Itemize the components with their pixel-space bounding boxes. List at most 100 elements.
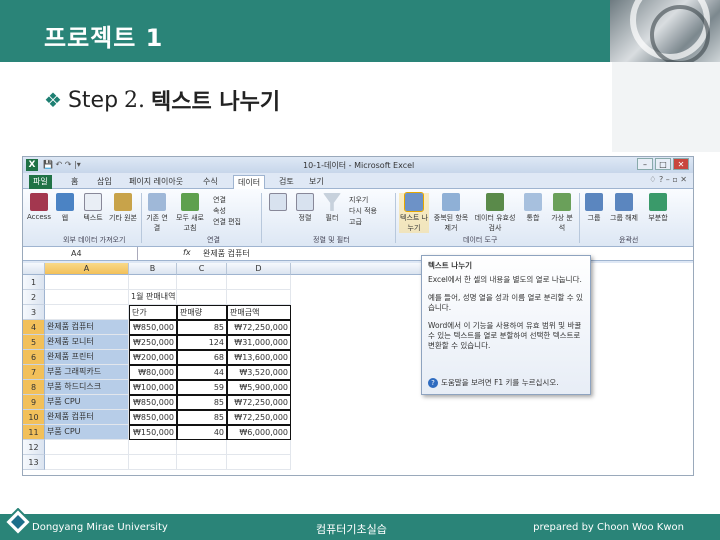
cell-b9[interactable]: ₩850,000 — [129, 395, 177, 410]
row-header[interactable]: 11 — [23, 425, 45, 440]
cell-a4[interactable]: 완제품 컴퓨터 — [45, 320, 129, 335]
remove-duplicates-button[interactable]: 중복된 항목 제거 — [433, 193, 469, 233]
other-sources-button[interactable]: 기타 원본 — [109, 193, 137, 223]
row-header[interactable]: 8 — [23, 380, 45, 395]
filter-options[interactable]: 지우기 다시 적용 고급 — [349, 195, 377, 228]
cell-a1[interactable] — [45, 275, 129, 290]
excel-logo-icon[interactable]: X — [26, 159, 38, 171]
cell-b5[interactable]: ₩250,000 — [129, 335, 177, 350]
sort-button[interactable]: 정렬 — [293, 193, 317, 223]
cell-b13[interactable] — [129, 455, 177, 470]
cell-c8[interactable]: 59 — [177, 380, 227, 395]
cell-a3[interactable] — [45, 305, 129, 320]
cell-b4[interactable]: ₩850,000 — [129, 320, 177, 335]
cell-d10[interactable]: ₩72,250,000 — [227, 410, 291, 425]
row-header[interactable]: 5 — [23, 335, 45, 350]
cell-b7[interactable]: ₩80,000 — [129, 365, 177, 380]
refresh-all-button[interactable]: 모두 새로 고침 — [173, 193, 207, 233]
row-header[interactable]: 12 — [23, 440, 45, 455]
cell-b12[interactable] — [129, 440, 177, 455]
what-if-button[interactable]: 가상 분석 — [549, 193, 575, 233]
cell-d4[interactable]: ₩72,250,000 — [227, 320, 291, 335]
cell-c9[interactable]: 85 — [177, 395, 227, 410]
cell-d11[interactable]: ₩6,000,000 — [227, 425, 291, 440]
cell-c13[interactable] — [177, 455, 227, 470]
cell-d12[interactable] — [227, 440, 291, 455]
cell-b10[interactable]: ₩850,000 — [129, 410, 177, 425]
column-header-d[interactable]: D — [227, 263, 291, 275]
subtotal-button[interactable]: 부분합 — [643, 193, 673, 223]
cell-d1[interactable] — [227, 275, 291, 290]
cell-b3[interactable]: 단가 — [129, 305, 177, 320]
maximize-icon[interactable]: □ — [655, 158, 671, 170]
existing-connections-button[interactable]: 기존 연결 — [145, 193, 169, 233]
row-header[interactable]: 1 — [23, 275, 45, 290]
cell-a2[interactable] — [45, 290, 129, 305]
quick-access-toolbar[interactable]: 💾 ↶ ↷ |▾ — [43, 160, 81, 169]
ungroup-button[interactable]: 그룹 해제 — [609, 193, 639, 223]
cell-c4[interactable]: 85 — [177, 320, 227, 335]
connection-options[interactable]: 연결 속성 연결 편집 — [213, 195, 241, 228]
cell-a12[interactable] — [45, 440, 129, 455]
text-to-columns-button[interactable]: 텍스트 나누기 — [399, 192, 429, 233]
help-icon[interactable]: ♢ ? – ▫ ✕ — [649, 175, 687, 184]
cell-a13[interactable] — [45, 455, 129, 470]
formula-input[interactable]: 완제품 컴퓨터 — [203, 248, 250, 259]
tab-view[interactable]: 보기 — [305, 175, 328, 189]
cell-c6[interactable]: 68 — [177, 350, 227, 365]
cell-a7[interactable]: 부품 그래픽카드 — [45, 365, 129, 380]
cell-c7[interactable]: 44 — [177, 365, 227, 380]
row-header[interactable]: 9 — [23, 395, 45, 410]
row-header[interactable]: 4 — [23, 320, 45, 335]
cell-b1[interactable] — [129, 275, 177, 290]
cell-d2[interactable] — [227, 290, 291, 305]
tab-data[interactable]: 데이터 — [233, 175, 266, 189]
name-box[interactable]: A4 — [23, 247, 138, 260]
cell-c1[interactable] — [177, 275, 227, 290]
cell-c5[interactable]: 124 — [177, 335, 227, 350]
cell-b8[interactable]: ₩100,000 — [129, 380, 177, 395]
cell-b6[interactable]: ₩200,000 — [129, 350, 177, 365]
cell-d3[interactable]: 판매금액 — [227, 305, 291, 320]
row-header[interactable]: 3 — [23, 305, 45, 320]
tab-home[interactable]: 홈 — [67, 175, 82, 189]
group-button[interactable]: 그룹 — [583, 193, 605, 223]
tab-formulas[interactable]: 수식 — [199, 175, 222, 189]
tab-file[interactable]: 파일 — [29, 175, 52, 189]
data-validation-button[interactable]: 데이터 유효성 검사 — [473, 193, 517, 233]
column-header-a[interactable]: A — [45, 263, 129, 275]
fx-icon[interactable]: fx — [183, 248, 191, 257]
select-all-corner[interactable] — [23, 263, 45, 275]
cell-c12[interactable] — [177, 440, 227, 455]
cell-a10[interactable]: 완제품 컴퓨터 — [45, 410, 129, 425]
row-header[interactable]: 13 — [23, 455, 45, 470]
cell-a6[interactable]: 완제품 프린터 — [45, 350, 129, 365]
cell-b2[interactable]: 1월 판매내역 — [129, 290, 177, 305]
column-header-c[interactable]: C — [177, 263, 227, 275]
row-header[interactable]: 6 — [23, 350, 45, 365]
row-header[interactable]: 10 — [23, 410, 45, 425]
column-header-b[interactable]: B — [129, 263, 177, 275]
close-icon[interactable]: ✕ — [673, 158, 689, 170]
minimize-icon[interactable]: – — [637, 158, 653, 170]
cell-a8[interactable]: 부품 하드디스크 — [45, 380, 129, 395]
cell-b11[interactable]: ₩150,000 — [129, 425, 177, 440]
cell-c11[interactable]: 40 — [177, 425, 227, 440]
cell-c3[interactable]: 판매량 — [177, 305, 227, 320]
cell-a9[interactable]: 부품 CPU — [45, 395, 129, 410]
web-button[interactable]: 웹 — [55, 193, 75, 223]
row-header[interactable]: 7 — [23, 365, 45, 380]
access-button[interactable]: Access — [27, 193, 51, 221]
cell-d6[interactable]: ₩13,600,000 — [227, 350, 291, 365]
cell-d7[interactable]: ₩3,520,000 — [227, 365, 291, 380]
cell-c10[interactable]: 85 — [177, 410, 227, 425]
row-header[interactable]: 2 — [23, 290, 45, 305]
cell-d5[interactable]: ₩31,000,000 — [227, 335, 291, 350]
filter-button[interactable]: 필터 — [321, 193, 343, 223]
sort-az-button[interactable] — [267, 193, 289, 213]
cell-a5[interactable]: 완제품 모니터 — [45, 335, 129, 350]
tab-page-layout[interactable]: 페이지 레이아웃 — [125, 175, 187, 189]
cell-d8[interactable]: ₩5,900,000 — [227, 380, 291, 395]
consolidate-button[interactable]: 통합 — [521, 193, 545, 223]
tab-review[interactable]: 검토 — [275, 175, 298, 189]
